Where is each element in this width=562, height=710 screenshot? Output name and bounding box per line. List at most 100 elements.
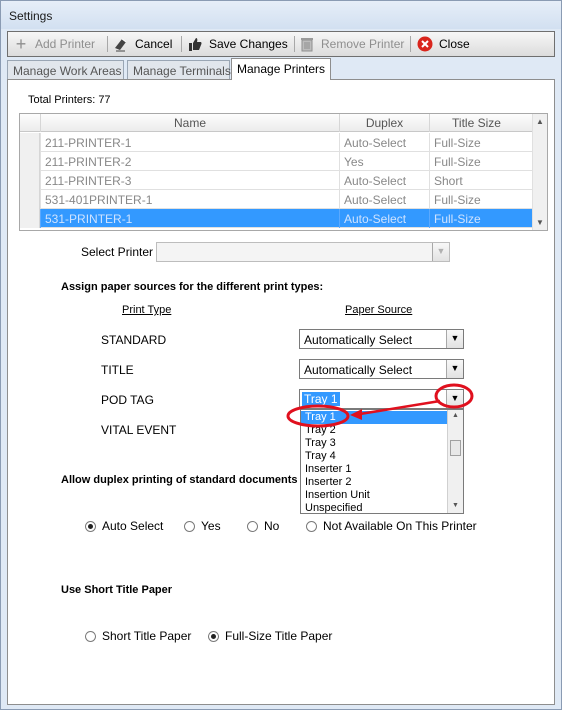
cell-duplex: Auto-Select <box>339 133 429 152</box>
save-changes-label: Save Changes <box>209 37 288 51</box>
chevron-down-icon: ▼ <box>446 390 463 408</box>
radio-label: Not Available On This Printer <box>323 519 477 533</box>
row-header <box>20 171 40 190</box>
pod-tag-source-dropdown[interactable]: Tray 1 ▼ <box>299 389 464 409</box>
add-printer-label: Add Printer <box>35 37 96 51</box>
radio-button[interactable] <box>85 630 96 642</box>
list-item[interactable]: Tray 3 <box>301 437 447 450</box>
list-item[interactable]: Unspecified <box>301 502 447 513</box>
paper-sources-heading: Assign paper sources for the different p… <box>61 281 324 293</box>
duplex-yes-radio[interactable]: Yes <box>184 519 221 533</box>
cell-duplex: Auto-Select <box>339 190 429 209</box>
save-changes-button[interactable]: Save Changes <box>186 34 288 54</box>
toolbar-separator <box>294 36 295 52</box>
print-type-vital-event: VITAL EVENT <box>101 423 177 437</box>
table-row[interactable]: 211-PRINTER-3 Auto-Select Short <box>20 171 533 190</box>
duplex-auto-select-radio[interactable]: Auto Select <box>85 519 163 533</box>
short-title-paper-radio[interactable]: Short Title Paper <box>85 629 191 643</box>
table-row[interactable]: 211-PRINTER-1 Auto-Select Full-Size <box>20 133 533 152</box>
scroll-down-icon[interactable]: ▼ <box>536 218 544 227</box>
duplex-not-available-radio[interactable]: Not Available On This Printer <box>306 519 477 533</box>
toolbar: + Add Printer Cancel Save Changes Remove… <box>7 31 555 57</box>
scroll-thumb[interactable] <box>450 440 461 456</box>
radio-label: Auto Select <box>102 519 164 533</box>
tab-manage-printers[interactable]: Manage Printers <box>231 58 331 80</box>
print-type-title: TITLE <box>101 363 134 377</box>
duplex-heading: Allow duplex printing of standard docume… <box>61 474 298 486</box>
cancel-button[interactable]: Cancel <box>112 34 172 54</box>
print-type-standard: STANDARD <box>101 333 167 347</box>
settings-window: Settings + Add Printer Cancel Save Chang… <box>0 0 562 710</box>
list-item[interactable]: Tray 4 <box>301 450 447 463</box>
table-row[interactable]: 531-401PRINTER-1 Auto-Select Full-Size <box>20 190 533 209</box>
column-header-duplex[interactable]: Duplex <box>339 114 429 132</box>
full-size-title-paper-radio[interactable]: Full-Size Title Paper <box>208 629 332 643</box>
eraser-icon <box>112 35 130 53</box>
print-type-pod-tag: POD TAG <box>101 393 154 407</box>
column-header-name[interactable]: Name <box>40 114 339 132</box>
remove-printer-label: Remove Printer <box>321 37 405 51</box>
window-title: Settings <box>9 9 53 23</box>
total-printers: Total Printers: 77 <box>28 94 111 106</box>
row-header <box>20 152 40 171</box>
radio-label: Short Title Paper <box>102 629 192 643</box>
cell-name: 531-401PRINTER-1 <box>40 190 339 209</box>
cell-name: 211-PRINTER-3 <box>40 171 339 190</box>
list-item[interactable]: Inserter 2 <box>301 476 447 489</box>
select-printer-dropdown[interactable]: ▼ <box>156 242 450 262</box>
print-type-column-label: Print Type <box>122 304 172 316</box>
standard-source-dropdown[interactable]: Automatically Select ▼ <box>299 329 464 349</box>
scroll-up-icon[interactable]: ▲ <box>536 117 544 126</box>
tab-manage-work-areas[interactable]: Manage Work Areas <box>7 60 124 80</box>
list-item[interactable]: Tray 2 <box>301 424 447 437</box>
cell-name: 211-PRINTER-1 <box>40 133 339 152</box>
toolbar-separator <box>410 36 411 52</box>
cancel-label: Cancel <box>135 37 173 51</box>
plus-icon: + <box>15 33 27 54</box>
add-printer-button[interactable]: + Add Printer <box>12 34 95 54</box>
close-button[interactable]: Close <box>416 34 470 54</box>
radio-button[interactable] <box>184 520 195 532</box>
radio-button-checked[interactable] <box>208 630 219 642</box>
title-bar: Settings <box>1 1 561 29</box>
paper-source-column-label: Paper Source <box>345 304 413 316</box>
scroll-down-icon[interactable]: ▼ <box>452 502 459 509</box>
cell-duplex: Yes <box>339 152 429 171</box>
cell-name: 211-PRINTER-2 <box>40 152 339 171</box>
title-source-dropdown[interactable]: Automatically Select ▼ <box>299 359 464 379</box>
grid-header: Name Duplex Title Size <box>20 114 533 132</box>
list-item[interactable]: Insertion Unit <box>301 489 447 502</box>
dropdown-scrollbar[interactable]: ▲ ▼ <box>447 410 463 513</box>
table-row-selected[interactable]: 531-PRINTER-1 Auto-Select Full-Size <box>20 209 533 228</box>
radio-button[interactable] <box>247 520 258 532</box>
title-source-value: Automatically Select <box>304 363 413 377</box>
column-header-title-size[interactable]: Title Size <box>429 114 523 132</box>
total-printers-value: 77 <box>98 94 111 106</box>
scroll-up-icon[interactable]: ▲ <box>452 412 459 419</box>
toolbar-separator <box>107 36 108 52</box>
radio-button[interactable] <box>306 520 317 532</box>
paper-source-dropdown-list[interactable]: Tray 1 Tray 2 Tray 3 Tray 4 Inserter 1 I… <box>300 409 464 514</box>
chevron-down-icon: ▼ <box>446 360 463 378</box>
close-icon <box>416 35 434 53</box>
pod-tag-source-value: Tray 1 <box>302 392 340 406</box>
list-item[interactable]: Inserter 1 <box>301 463 447 476</box>
chevron-down-icon: ▼ <box>446 330 463 348</box>
remove-printer-button[interactable]: Remove Printer <box>298 34 404 54</box>
thumbs-up-icon <box>186 35 204 53</box>
standard-source-value: Automatically Select <box>304 333 413 347</box>
cell-title-size: Full-Size <box>429 190 523 209</box>
radio-label: Yes <box>201 519 221 533</box>
chevron-down-icon: ▼ <box>432 243 449 261</box>
grid-scrollbar[interactable]: ▲ ▼ <box>532 114 547 230</box>
total-printers-label: Total Printers: <box>28 94 96 106</box>
duplex-no-radio[interactable]: No <box>247 519 279 533</box>
tab-manage-terminals[interactable]: Manage Terminals <box>127 60 231 80</box>
cell-title-size: Full-Size <box>429 209 523 228</box>
toolbar-separator <box>181 36 182 52</box>
printers-grid[interactable]: Name Duplex Title Size 211-PRINTER-1 Aut… <box>19 113 548 231</box>
table-row[interactable]: 211-PRINTER-2 Yes Full-Size <box>20 152 533 171</box>
list-item[interactable]: Tray 1 <box>301 411 447 424</box>
manage-printers-panel: Total Printers: 77 Name Duplex Title Siz… <box>7 79 555 705</box>
radio-button-checked[interactable] <box>85 520 96 532</box>
